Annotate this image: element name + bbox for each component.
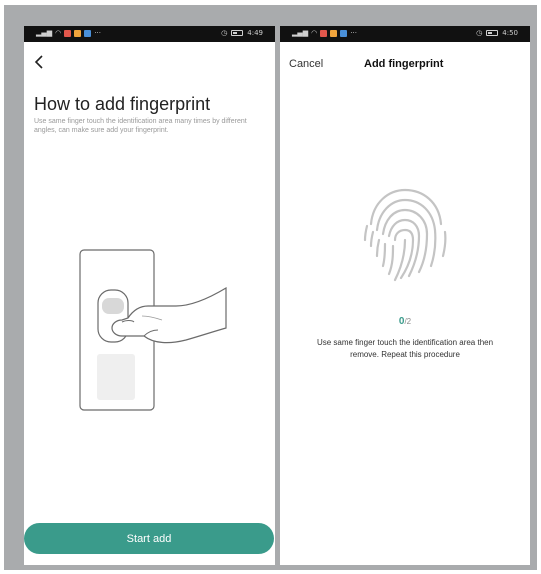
more-notifications-icon: ··· [350,29,357,37]
start-add-button[interactable]: Start add [24,523,274,554]
app-notification-icon [320,29,328,37]
how-to-screen: ▂▄▆ ◠ ··· ◷ 4:49 How to add fingerprint … [24,26,275,565]
door-lock-illustration [79,249,227,411]
signal-icon: ▂▄▆ [292,29,309,37]
more-notifications-icon: ··· [94,29,101,37]
enroll-progress: 0/2 [280,316,530,327]
status-right-icons: ◷ 4:50 [476,29,518,37]
status-bar: ▂▄▆ ◠ ··· ◷ 4:50 [280,26,530,42]
app-notification-icon [84,29,92,37]
fingerprint-icon [363,188,447,282]
battery-icon [486,30,499,36]
app-notification-icon [64,29,72,37]
app-notification-icon [74,29,82,37]
alarm-icon: ◷ [221,29,228,37]
status-time: 4:50 [502,29,518,37]
app-notification-icon [330,29,338,37]
page-title: How to add fingerprint [34,94,211,114]
alarm-icon: ◷ [476,29,483,37]
status-left-icons: ▂▄▆ ◠ ··· [292,29,357,37]
battery-icon [231,30,244,36]
page-title: Add fingerprint [364,58,444,70]
status-time: 4:49 [247,29,263,37]
screenshot-frame: ▂▄▆ ◠ ··· ◷ 4:49 How to add fingerprint … [4,5,537,570]
app-notification-icon [340,29,348,37]
cancel-button[interactable]: Cancel [289,58,323,70]
page-subtitle: Use same finger touch the identification… [34,118,247,134]
back-arrow-icon[interactable] [32,53,48,71]
add-fingerprint-screen: ▂▄▆ ◠ ··· ◷ 4:50 Cancel Add fingerprint [280,26,530,565]
signal-icon: ▂▄▆ [36,29,53,37]
status-bar: ▂▄▆ ◠ ··· ◷ 4:49 [24,26,275,42]
progress-total: /2 [404,317,412,326]
wifi-icon: ◠ [311,29,318,37]
status-left-icons: ▂▄▆ ◠ ··· [36,29,101,37]
wifi-icon: ◠ [55,29,62,37]
instruction-text: Use same finger touch the identification… [316,338,494,359]
status-right-icons: ◷ 4:49 [221,29,263,37]
